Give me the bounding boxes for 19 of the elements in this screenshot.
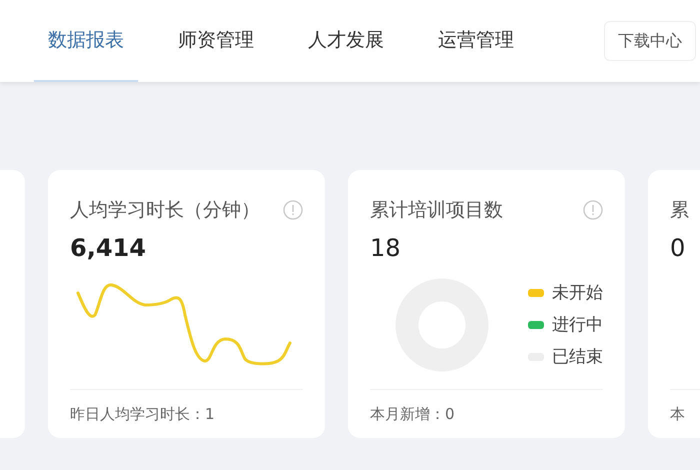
card-footer: 本月新增：0 <box>370 390 603 438</box>
nav-tab[interactable]: 运营管理 <box>424 0 528 82</box>
card-title: 人均学习时长（分钟） <box>70 198 260 223</box>
card-title: 累计培训项目数 <box>370 198 503 223</box>
info-icon[interactable] <box>583 200 603 220</box>
card-value: 18 <box>370 233 402 264</box>
legend-label: 进行中 <box>552 314 603 336</box>
legend-label: 已结束 <box>552 346 603 368</box>
card-footer: 昨日人均学习时长：1 <box>70 390 303 438</box>
nav-tab[interactable]: 人才发展 <box>294 0 398 82</box>
card-value: 6,414 <box>70 233 147 264</box>
legend-label: 未开始 <box>552 282 603 304</box>
card-value: 0 <box>670 233 686 264</box>
nav-tab[interactable]: 师资管理 <box>164 0 268 82</box>
nav-tab[interactable]: 数据报表 <box>34 0 138 82</box>
download-center-button[interactable]: 下载中心 <box>604 21 696 61</box>
card-title: 累 <box>670 198 690 223</box>
card-footer: 本 <box>670 390 700 438</box>
info-icon[interactable] <box>283 200 303 220</box>
